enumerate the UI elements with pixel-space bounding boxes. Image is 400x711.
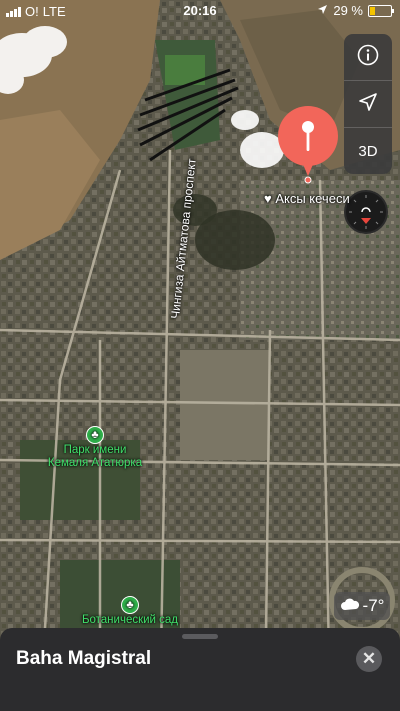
place-label-text: Аксы кечеси <box>275 191 350 206</box>
close-icon: ✕ <box>361 649 377 668</box>
3d-button-label: 3D <box>358 142 378 160</box>
place-label[interactable]: ♥ Аксы кечеси <box>264 191 350 206</box>
poi-park[interactable]: ♣ Парк имени Кемаля Ататюрка <box>40 426 150 470</box>
close-button[interactable]: ✕ <box>356 646 382 672</box>
map-pin-icon <box>278 106 338 184</box>
tree-icon: ♣ <box>86 426 104 444</box>
location-arrow-icon <box>317 3 328 18</box>
heart-icon: ♥ <box>264 191 272 206</box>
battery-percent: 29 % <box>333 3 363 18</box>
battery-icon <box>368 4 394 17</box>
poi-botanical[interactable]: ♣ Ботанический сад <box>70 596 190 627</box>
poi-botanical-label: Ботанический сад <box>81 614 179 626</box>
sheet-grabber[interactable] <box>182 634 218 639</box>
map-controls: 3D <box>344 34 392 174</box>
place-sheet[interactable]: Baha Magistral ✕ <box>0 628 400 711</box>
weather-temperature: -7° <box>362 596 385 615</box>
poi-park-label-line2: Кемаля Ататюрка <box>47 457 143 469</box>
info-button[interactable] <box>344 34 392 81</box>
location-button[interactable] <box>344 81 392 128</box>
weather-badge: -7° <box>334 592 390 620</box>
tree-icon: ♣ <box>121 596 139 614</box>
3d-button[interactable]: 3D <box>344 128 392 174</box>
info-icon <box>357 44 379 71</box>
poi-park-label-line1: Парк имени <box>63 444 127 456</box>
dropped-pin[interactable] <box>276 106 340 184</box>
status-bar: O! LTE 20:16 29 % <box>0 0 400 22</box>
cloud-icon <box>340 596 360 616</box>
compass-icon <box>349 195 383 229</box>
place-title: Baha Magistral <box>16 648 152 669</box>
compass-button[interactable] <box>344 190 388 234</box>
location-arrow-icon <box>358 92 378 117</box>
